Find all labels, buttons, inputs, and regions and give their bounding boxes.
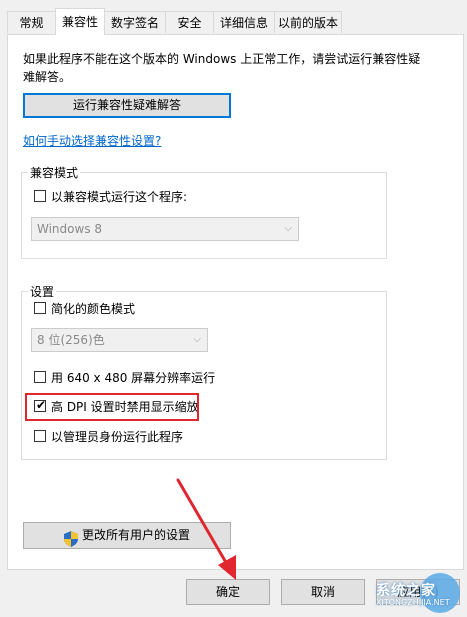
ok-button[interactable]: 确定: [186, 579, 270, 605]
compat-mode-legend: 兼容模式: [28, 164, 81, 181]
tab-digital-signatures[interactable]: 数字签名: [104, 11, 166, 33]
manual-settings-link[interactable]: 如何手动选择兼容性设置?: [23, 132, 161, 149]
checkbox-box[interactable]: [34, 302, 46, 314]
cancel-button[interactable]: 取消: [281, 579, 365, 605]
run-as-admin-label: 以管理员身份运行此程序: [51, 430, 184, 444]
tab-general[interactable]: 常规: [7, 11, 56, 33]
resolution-640-label: 用 640 x 480 屏幕分辨率运行: [51, 371, 216, 385]
properties-dialog: 常规 兼容性 数字签名 安全 详细信息 以前的版本 如果此程序不能在这个版本的 …: [0, 0, 467, 617]
compat-mode-group: [21, 172, 387, 259]
tab-details[interactable]: 详细信息: [213, 11, 275, 33]
checkbox-box[interactable]: [34, 190, 46, 202]
compat-mode-select-value: Windows 8: [37, 222, 103, 236]
tab-security[interactable]: 安全: [165, 11, 214, 33]
color-depth-select[interactable]: 8 位(256)色 ⌵: [31, 328, 208, 352]
compat-mode-select[interactable]: Windows 8 ⌵: [31, 217, 299, 241]
change-all-users-button[interactable]: 更改所有用户的设置: [23, 522, 231, 549]
tab-previous-versions[interactable]: 以前的版本: [274, 11, 342, 33]
chevron-down-icon: ⌵: [284, 223, 292, 234]
color-depth-select-value: 8 位(256)色: [37, 333, 105, 347]
checkbox-box[interactable]: [34, 371, 46, 383]
compat-mode-label: 以兼容模式运行这个程序:: [51, 190, 188, 204]
tab-strip: 常规 兼容性 数字签名 安全 详细信息 以前的版本: [0, 0, 467, 35]
checkbox-box[interactable]: [34, 430, 46, 442]
settings-legend: 设置: [28, 283, 57, 300]
watermark-url: XITONGZHIJIA.NET: [376, 598, 450, 607]
watermark-text: 系统之家: [376, 583, 436, 599]
run-troubleshooter-button[interactable]: 运行兼容性疑难解答: [23, 93, 231, 118]
change-all-users-label: 更改所有用户的设置: [81, 528, 190, 542]
intro-text: 如果此程序不能在这个版本的 Windows 上正常工作，请尝试运行兼容性疑难解答…: [23, 52, 421, 84]
uac-shield-icon: [64, 531, 78, 547]
highlight-box: [25, 393, 199, 421]
tab-compatibility[interactable]: 兼容性: [55, 8, 105, 35]
chevron-down-icon: ⌵: [193, 334, 201, 345]
reduced-color-label: 简化的颜色模式: [51, 302, 136, 316]
